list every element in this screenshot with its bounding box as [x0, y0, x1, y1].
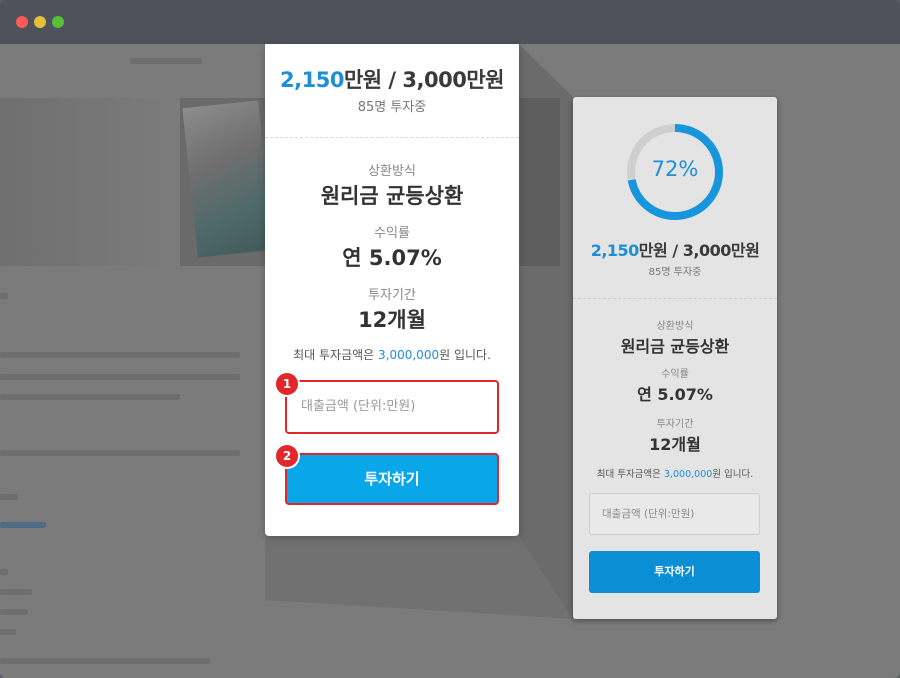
step-badge-2: 2: [276, 445, 298, 467]
investor-count: 85명 투자중: [648, 267, 702, 278]
max-amount: 3,000,000: [378, 348, 440, 362]
repayment-value: 원리금 균등상환: [320, 184, 464, 208]
divider: [573, 298, 777, 299]
investment-card-zoomed: 2,150만원 / 3,000만원 85명 투자중 상환방식 원리금 균등상환 …: [265, 44, 519, 536]
max-prefix: 최대 투자금액은: [596, 469, 664, 480]
yield-label: 수익률: [374, 226, 410, 241]
funding-amount: 2,150만원 / 3,000만원: [573, 237, 777, 261]
target-amount: 3,000만원: [682, 241, 760, 260]
funding-amount: 2,150만원 / 3,000만원: [265, 64, 519, 94]
max-suffix: 원 입니다.: [439, 348, 491, 362]
raised-unit: 만원: [343, 68, 382, 92]
yield-value: 연 5.07%: [637, 385, 713, 404]
max-suffix: 원 입니다.: [712, 469, 754, 480]
period-value: 12개월: [649, 435, 701, 454]
raised-unit: 만원: [638, 241, 668, 260]
amount-separator: /: [667, 241, 683, 260]
loan-amount-input[interactable]: 대출금액 (단위:만원): [589, 493, 760, 535]
period-value: 12개월: [358, 308, 426, 332]
browser-window: 2,150만원 / 3,000만원 85명 투자중 상환방식 원리금 균등상환 …: [0, 0, 900, 678]
max-investment-note: 최대 투자금액은 3,000,000원 입니다.: [573, 466, 777, 480]
max-investment-note: 최대 투자금액은 3,000,000원 입니다.: [265, 346, 519, 363]
raised-amount: 2,150: [590, 241, 640, 260]
yield-value: 연 5.07%: [342, 246, 442, 270]
investor-count: 85명 투자중: [357, 100, 427, 115]
progress-percent: 72%: [651, 157, 699, 181]
repayment-label: 상환방식: [368, 164, 416, 179]
raised-amount: 2,150: [280, 68, 344, 92]
period-label: 투자기간: [656, 419, 694, 430]
invest-button-label: 투자하기: [364, 470, 420, 488]
amount-separator: /: [381, 68, 403, 92]
repayment-value: 원리금 균등상환: [620, 337, 730, 356]
repayment-label: 상환방식: [656, 321, 694, 332]
max-amount: 3,000,000: [663, 469, 713, 480]
invest-button[interactable]: 투자하기: [589, 551, 760, 593]
invest-button[interactable]: 투자하기: [285, 453, 499, 505]
investment-card: 72% 2,150만원 / 3,000만원 85명 투자중 상환방식 원리금 균…: [573, 97, 777, 619]
step-badge-1: 1: [276, 373, 298, 395]
max-prefix: 최대 투자금액은: [293, 348, 379, 362]
target-amount: 3,000만원: [402, 68, 504, 92]
period-label: 투자기간: [368, 288, 416, 303]
divider: [265, 137, 519, 138]
yield-label: 수익률: [661, 369, 689, 380]
loan-amount-input[interactable]: 대출금액 (단위:만원): [285, 380, 499, 434]
